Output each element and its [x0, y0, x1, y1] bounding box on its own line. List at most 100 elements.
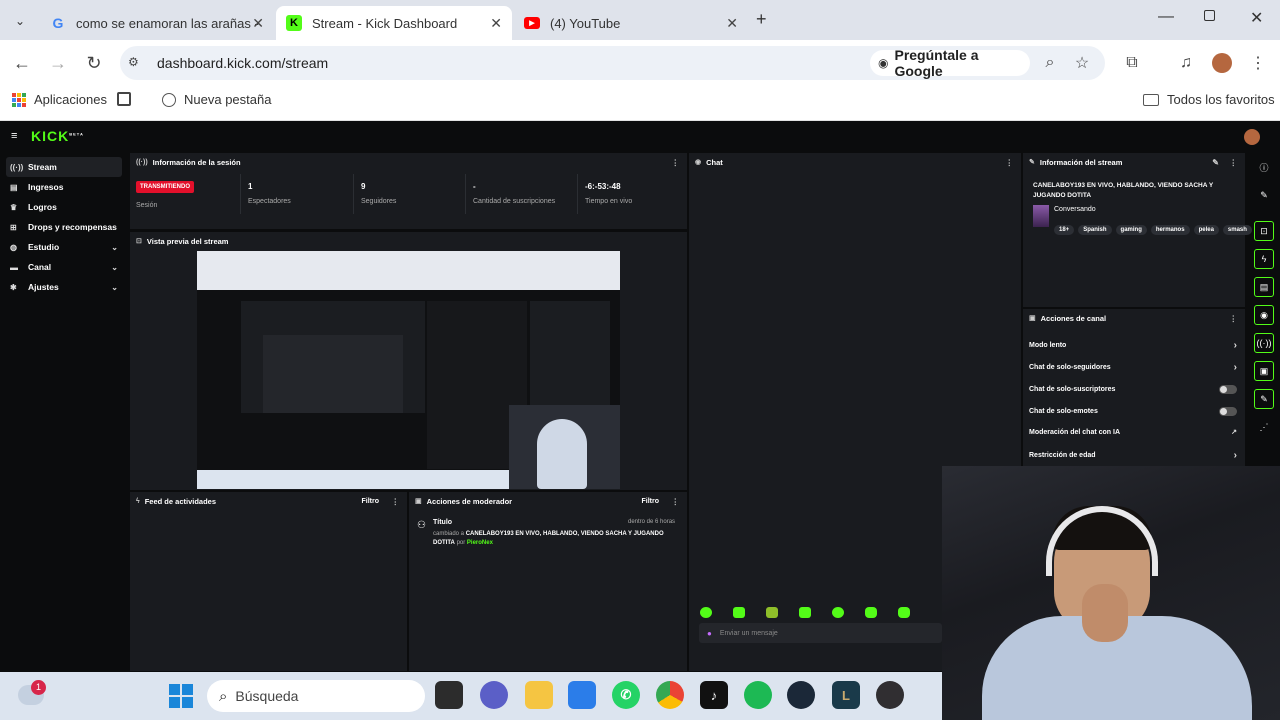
more-icon[interactable]: ⋮ — [672, 497, 680, 506]
star-icon[interactable]: ☆ — [1072, 53, 1092, 73]
extensions-icon[interactable]: ⧉ — [1122, 53, 1142, 73]
action-age-restriction[interactable]: Restricción de edad › — [1029, 445, 1239, 465]
league-icon[interactable]: L — [832, 681, 860, 709]
layout-icon[interactable]: ⋰ — [1254, 417, 1274, 437]
emote-icon[interactable] — [733, 607, 745, 618]
notes-toggle-button[interactable]: ▤ — [1254, 277, 1274, 297]
spotify-icon[interactable] — [744, 681, 772, 709]
emote-icon[interactable] — [832, 607, 844, 618]
tab-groups-icon[interactable] — [117, 92, 131, 106]
broadcast-toggle-button[interactable]: ((·)) — [1254, 333, 1274, 353]
menu-icon[interactable]: ⋮ — [1248, 53, 1268, 73]
tag[interactable]: hermanos — [1150, 225, 1190, 235]
user-avatar[interactable] — [1244, 129, 1260, 145]
profile-avatar[interactable] — [1212, 53, 1232, 73]
sidebar-item-ajustes[interactable]: ✱ Ajustes ⌄ — [6, 277, 122, 297]
tag[interactable]: gaming — [1115, 225, 1147, 235]
close-icon[interactable]: ✕ — [726, 15, 738, 32]
tab-search-button[interactable]: ⌄ — [8, 10, 32, 32]
close-window-button[interactable]: ✕ — [1250, 8, 1263, 28]
category-name[interactable]: Conversando — [1054, 206, 1096, 213]
close-icon[interactable]: ✕ — [252, 15, 264, 32]
obs-icon[interactable] — [876, 681, 904, 709]
mod-entry-user[interactable]: PieroNex — [467, 540, 493, 546]
tag[interactable]: 18+ — [1054, 225, 1075, 235]
whatsapp-icon[interactable]: ✆ — [612, 681, 640, 709]
apps-bookmark[interactable]: Aplicaciones — [12, 92, 107, 107]
restore-button[interactable] — [1204, 10, 1215, 21]
more-icon[interactable]: ⋮ — [1230, 158, 1238, 167]
lens-button[interactable]: ◉ Pregúntale a Google — [870, 47, 1030, 79]
action-emotes-only[interactable]: Chat de solo-emotes — [1029, 401, 1239, 421]
tag[interactable]: pelea — [1193, 225, 1219, 235]
action-label: Chat de solo-emotes — [1029, 407, 1098, 415]
tab-title: Stream - Kick Dashboard — [312, 15, 458, 31]
tag[interactable]: Spanish — [1078, 225, 1112, 235]
panel-toggle-button[interactable]: ▣ — [1254, 361, 1274, 381]
mod-entry-icon: ⚇ — [417, 520, 426, 531]
sidebar-item-drops[interactable]: ⊞ Drops y recompensas — [6, 217, 122, 237]
action-ai-moderation[interactable]: Moderación del chat con IA ↗ — [1029, 422, 1239, 442]
site-info-icon[interactable]: ⚙ — [128, 55, 139, 69]
action-slow-mode[interactable]: Modo lento › — [1029, 335, 1239, 355]
task-view-icon[interactable] — [435, 681, 463, 709]
tiktok-icon[interactable]: ♪ — [700, 681, 728, 709]
chat-input[interactable]: ● Enviar un mensaje — [699, 623, 942, 643]
mod-entry-time: dentro de 6 horas — [628, 519, 676, 525]
sidebar-item-canal[interactable]: ▬ Canal ⌄ — [6, 257, 122, 277]
hamburger-icon[interactable]: ≡ — [11, 130, 17, 142]
session-label: Sesión — [136, 202, 158, 209]
forward-button[interactable]: → — [46, 51, 70, 75]
minimize-button[interactable]: — — [1158, 8, 1174, 26]
sidebar-item-estudio[interactable]: ◍ Estudio ⌄ — [6, 237, 122, 257]
chevron-right-icon: › — [1233, 361, 1237, 373]
pencil-icon[interactable]: ✎ — [1254, 185, 1274, 205]
activity-filter-button[interactable]: Filtro — [362, 498, 380, 505]
activity-toggle-button[interactable]: ϟ — [1254, 249, 1274, 269]
subs-only-toggle[interactable] — [1219, 385, 1237, 394]
wrench-toggle-button[interactable]: ✎ — [1254, 389, 1274, 409]
tag[interactable]: smash — [1222, 225, 1252, 235]
back-button[interactable]: ← — [10, 51, 34, 75]
more-icon[interactable]: ⋮ — [672, 158, 680, 167]
stream-preview-video[interactable] — [197, 251, 620, 489]
mod-filter-button[interactable]: Filtro — [642, 498, 660, 505]
chrome-icon[interactable] — [656, 681, 684, 709]
more-icon[interactable]: ⋮ — [1230, 314, 1238, 323]
more-icon[interactable]: ⋮ — [1006, 158, 1014, 167]
tab-youtube[interactable]: ▶ (4) YouTube ✕ — [514, 6, 748, 40]
zoom-icon[interactable]: ⌕ — [1040, 53, 1060, 73]
sidebar-item-stream[interactable]: ((·)) Stream — [6, 157, 122, 177]
emote-icon[interactable] — [700, 607, 712, 618]
emote-icon[interactable] — [766, 607, 778, 618]
windows-start-icon[interactable] — [169, 684, 193, 708]
chat-toggle-button[interactable]: ◉ — [1254, 305, 1274, 325]
file-explorer-icon[interactable] — [525, 681, 553, 709]
steam-icon[interactable] — [787, 681, 815, 709]
close-icon[interactable]: ✕ — [490, 15, 502, 32]
emote-icon[interactable] — [799, 607, 811, 618]
media-control-icon[interactable]: ♫ — [1176, 53, 1196, 73]
sidebar-item-logros[interactable]: ♛ Logros — [6, 197, 122, 217]
all-bookmarks[interactable]: Todos los favoritos — [1143, 92, 1275, 107]
taskbar-search[interactable]: ⌕ Búsqueda — [207, 680, 425, 712]
reload-button[interactable]: ↻ — [82, 51, 106, 75]
edit-icon[interactable]: ✎ — [1212, 158, 1219, 167]
emote-icon[interactable] — [898, 607, 910, 618]
new-tab-bookmark[interactable]: Nueva pestaña — [162, 92, 271, 107]
emote-icon[interactable] — [865, 607, 877, 618]
tab-google[interactable]: G como se enamoran las arañas - ✕ — [40, 6, 274, 40]
new-tab-button[interactable]: + — [756, 9, 767, 30]
preview-toggle-button[interactable]: ⊡ — [1254, 221, 1274, 241]
sidebar-item-ingresos[interactable]: ▤ Ingresos — [6, 177, 122, 197]
copilot-icon[interactable] — [480, 681, 508, 709]
store-icon[interactable] — [568, 681, 596, 709]
info-icon[interactable]: ⓘ — [1254, 157, 1274, 177]
tab-kick[interactable]: K Stream - Kick Dashboard ✕ — [276, 6, 512, 40]
action-followers-only[interactable]: Chat de solo-seguidores › — [1029, 357, 1239, 377]
more-icon[interactable]: ⋮ — [392, 497, 400, 506]
emotes-only-toggle[interactable] — [1219, 407, 1237, 416]
sidebar-label: Canal — [28, 262, 52, 272]
action-subs-only[interactable]: Chat de solo-suscriptores — [1029, 379, 1239, 399]
kick-logo[interactable]: KICKBETA — [31, 128, 84, 144]
